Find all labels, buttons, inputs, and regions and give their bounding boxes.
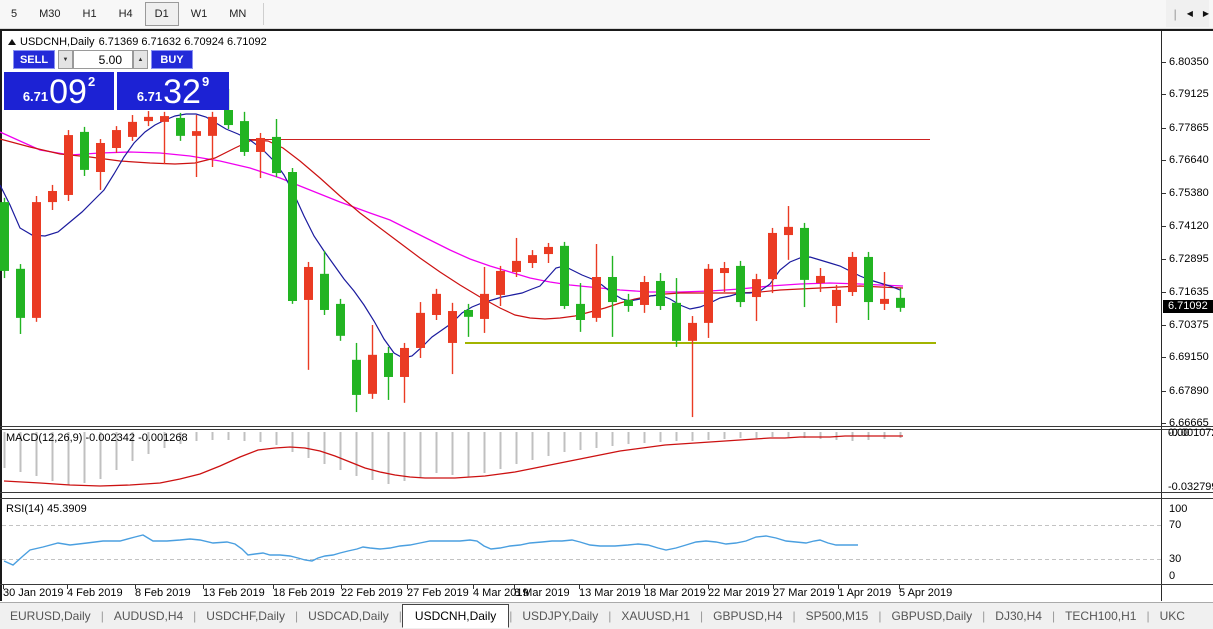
rsi-axis-label: 0	[1169, 570, 1175, 582]
price-axis-tick	[1162, 391, 1166, 392]
price-axis-label: 6.69150	[1169, 351, 1209, 363]
price-axis: 6.71092 6.80350 6.79125 6.77865 6.76640 6.75…	[1161, 31, 1213, 601]
ask-price-box[interactable]: 6.71 32 9	[117, 72, 229, 110]
price-axis-tick	[1162, 128, 1166, 129]
date-axis-label: 13 Mar 2019	[579, 587, 641, 599]
bid-price-box[interactable]: 6.71 09 2	[4, 72, 114, 110]
volume-input[interactable]: 5.00	[73, 50, 133, 69]
date-axis-label: 18 Mar 2019	[644, 587, 706, 599]
price-axis-tick	[1162, 193, 1166, 194]
collapse-panel-icon[interactable]	[8, 39, 16, 45]
date-axis-label: 30 Jan 2019	[3, 587, 64, 599]
chart-tab-eurusd-daily[interactable]: EURUSD,Daily	[0, 605, 101, 627]
date-axis-label: 8 Feb 2019	[135, 587, 191, 599]
macd-axis-min-label: -0.032799	[1168, 481, 1213, 493]
price-axis-label: 6.79125	[1169, 88, 1209, 100]
price-axis-label: 6.76640	[1169, 154, 1209, 166]
price-axis-label: 6.75380	[1169, 187, 1209, 199]
chart-tab-usdchf-daily[interactable]: USDCHF,Daily	[196, 605, 295, 627]
chart-tab-usdcad-daily[interactable]: USDCAD,Daily	[298, 605, 399, 627]
panel-separator[interactable]	[0, 498, 1213, 499]
panel-separator[interactable]	[0, 426, 1213, 427]
rsi-axis-label: 30	[1169, 553, 1181, 565]
date-axis-label: 18 Feb 2019	[273, 587, 335, 599]
chevron-down-icon: ▼	[63, 57, 69, 63]
date-axis: 30 Jan 20194 Feb 2019 8 Feb 2019 13 Feb 20…	[0, 585, 1161, 601]
price-axis-tick	[1162, 94, 1166, 95]
chart-tab-usdcnh-daily[interactable]: USDCNH,Daily	[402, 604, 509, 628]
chart-ohlc-values: 6.71369 6.71632 6.70924 6.71092	[99, 36, 267, 48]
price-axis-tick	[1162, 226, 1166, 227]
price-axis-label: 6.77865	[1169, 122, 1209, 134]
sell-button[interactable]: SELL	[13, 50, 55, 69]
price-axis-tick	[1162, 423, 1166, 424]
date-axis-label: 4 Feb 2019	[67, 587, 123, 599]
chart-tab-xauusd-h1[interactable]: XAUUSD,H1	[611, 605, 700, 627]
chart-tab-tech100-h1[interactable]: TECH100,H1	[1055, 605, 1146, 627]
rsi-axis-label: 70	[1169, 519, 1181, 531]
volume-increase-button[interactable]: ▲	[133, 50, 148, 69]
bid-price-big: 09	[49, 77, 87, 107]
ask-price-pipette: 9	[202, 74, 209, 89]
rsi-axis-label: 100	[1169, 503, 1187, 515]
date-axis-label: 13 Feb 2019	[203, 587, 265, 599]
chart-tab-usdjpy-daily[interactable]: USDJPY,Daily	[512, 605, 608, 627]
ask-price-small: 6.71	[137, 89, 162, 104]
price-axis-tick	[1162, 357, 1166, 358]
price-axis-tick	[1162, 160, 1166, 161]
price-axis-label: 6.67890	[1169, 385, 1209, 397]
date-axis-label: 22 Mar 2019	[708, 587, 770, 599]
date-axis-label: 27 Feb 2019	[407, 587, 469, 599]
panel-separator[interactable]	[0, 584, 1213, 585]
date-axis-label: 8 Mar 2019	[514, 587, 570, 599]
chart-tab-audusd-h4[interactable]: AUDUSD,H4	[104, 605, 193, 627]
date-axis-label: 22 Feb 2019	[341, 587, 403, 599]
price-axis-label: 6.80350	[1169, 56, 1209, 68]
chart-tab-bar: EURUSD,Daily|AUDUSD,H4|USDCHF,Daily|USDC…	[0, 602, 1213, 629]
date-axis-label: 1 Apr 2019	[838, 587, 891, 599]
buy-button[interactable]: BUY	[151, 50, 193, 69]
chart-tab-gbpusd-h4[interactable]: GBPUSD,H4	[703, 605, 792, 627]
macd-indicator-label: MACD(12,26,9) -0.002342 -0.001268	[6, 432, 188, 444]
chart-header: USDCNH,Daily 6.71369 6.71632 6.70924 6.7…	[8, 36, 267, 48]
current-price-label: 6.71092	[1163, 300, 1213, 313]
chevron-up-icon: ▲	[138, 57, 144, 63]
bid-price-small: 6.71	[23, 89, 48, 104]
price-axis-tick	[1162, 292, 1166, 293]
panel-separator[interactable]	[0, 492, 1213, 493]
price-axis-tick	[1162, 62, 1166, 63]
chart-tab-gbpusd-daily[interactable]: GBPUSD,Daily	[881, 605, 982, 627]
chart-tab-ukc[interactable]: UKC	[1150, 605, 1195, 627]
price-axis-tick	[1162, 259, 1166, 260]
date-axis-label: 5 Apr 2019	[899, 587, 952, 599]
macd-axis-zero-label: 0.00	[1168, 427, 1189, 439]
price-axis-label: 6.72895	[1169, 253, 1209, 265]
chart-symbol-title: USDCNH,Daily	[20, 36, 95, 48]
volume-decrease-button[interactable]: ▼	[58, 50, 73, 69]
date-axis-label: 27 Mar 2019	[773, 587, 835, 599]
ask-price-big: 32	[163, 77, 201, 107]
chart-tab-sp500-m15[interactable]: SP500,M15	[796, 605, 879, 627]
price-axis-label: 6.71635	[1169, 286, 1209, 298]
mt4-terminal: 5M30H1H4D1W1MN USDCNH,Daily 6.71369 6.71…	[0, 0, 1213, 629]
price-axis-label: 6.70375	[1169, 319, 1209, 331]
chart-tab-dj30-h4[interactable]: DJ30,H4	[985, 605, 1052, 627]
bid-price-pipette: 2	[88, 74, 95, 89]
price-axis-tick	[1162, 325, 1166, 326]
price-axis-label: 6.74120	[1169, 220, 1209, 232]
rsi-indicator-label: RSI(14) 45.3909	[6, 503, 87, 515]
panel-separator[interactable]	[0, 429, 1213, 430]
